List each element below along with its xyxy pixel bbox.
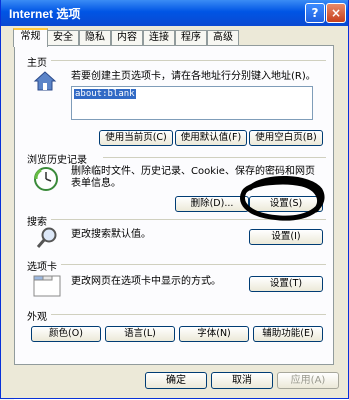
appearance-section-label: 外观 — [27, 312, 47, 323]
history-clock-icon — [34, 167, 58, 191]
help-button[interactable]: ? — [305, 3, 325, 23]
languages-button[interactable]: 语言(L) — [105, 326, 175, 342]
search-description: 更改搜索默认值。 — [71, 229, 151, 240]
window-title: Internet 选项 — [9, 7, 81, 21]
history-settings-button[interactable]: 设置(S) — [249, 196, 323, 212]
divider — [61, 264, 326, 265]
history-description-line-2: 表单信息。 — [71, 178, 121, 189]
tab-security[interactable]: 安全 — [47, 30, 79, 45]
tabs-section-label: 选项卡 — [27, 262, 57, 273]
search-icon — [36, 227, 57, 248]
divider — [103, 157, 326, 158]
general-tab-panel: 主页 若要创建主页选项卡，请在各地址行分别键入地址(R)。 about:blan… — [14, 45, 334, 365]
fonts-button[interactable]: 字体(N) — [179, 326, 249, 342]
search-settings-button[interactable]: 设置(I) — [249, 229, 323, 245]
internet-options-dialog: Internet 选项 ? × 常规 安全 隐私 内容 连接 程序 高级 主页 … — [0, 0, 349, 399]
tab-privacy[interactable]: 隐私 — [79, 30, 111, 45]
divider — [51, 314, 326, 315]
tabs-icon — [33, 275, 61, 297]
home-description: 若要创建主页选项卡，请在各地址行分别键入地址(R)。 — [71, 71, 316, 82]
home-icon — [33, 71, 57, 91]
use-current-button[interactable]: 使用当前页(C) — [99, 130, 173, 146]
accessibility-button[interactable]: 辅助功能(E) — [253, 326, 323, 342]
colors-button[interactable]: 颜色(O) — [31, 326, 101, 342]
apply-button[interactable]: 应用(A) — [277, 372, 339, 389]
home-page-url-field[interactable]: about:blank — [71, 86, 313, 120]
tab-advanced[interactable]: 高级 — [207, 30, 239, 45]
divider — [51, 60, 326, 61]
delete-history-button[interactable]: 删除(D)... — [175, 196, 249, 212]
home-page-url-value: about:blank — [74, 89, 136, 99]
use-blank-button[interactable]: 使用空白页(B) — [249, 130, 323, 146]
tab-content[interactable]: 内容 — [111, 30, 143, 45]
cancel-button[interactable]: 取消 — [211, 372, 273, 389]
tab-general[interactable]: 常规 — [13, 28, 48, 47]
history-section-label: 浏览历史记录 — [27, 155, 87, 166]
history-description-line-1: 删除临时文件、历史记录、Cookie、保存的密码和网页 — [71, 166, 315, 177]
divider — [51, 219, 326, 220]
home-section-label: 主页 — [27, 58, 47, 69]
title-bar[interactable]: Internet 选项 ? × — [1, 0, 348, 26]
ok-button[interactable]: 确定 — [145, 372, 207, 389]
tabs-settings-button[interactable]: 设置(T) — [249, 276, 323, 292]
tab-programs[interactable]: 程序 — [175, 30, 207, 45]
close-button[interactable]: × — [326, 3, 346, 23]
use-default-button[interactable]: 使用默认值(F) — [175, 130, 247, 146]
tabs-description: 更改网页在选项卡中显示的方式。 — [71, 276, 221, 287]
tab-connections[interactable]: 连接 — [143, 30, 175, 45]
